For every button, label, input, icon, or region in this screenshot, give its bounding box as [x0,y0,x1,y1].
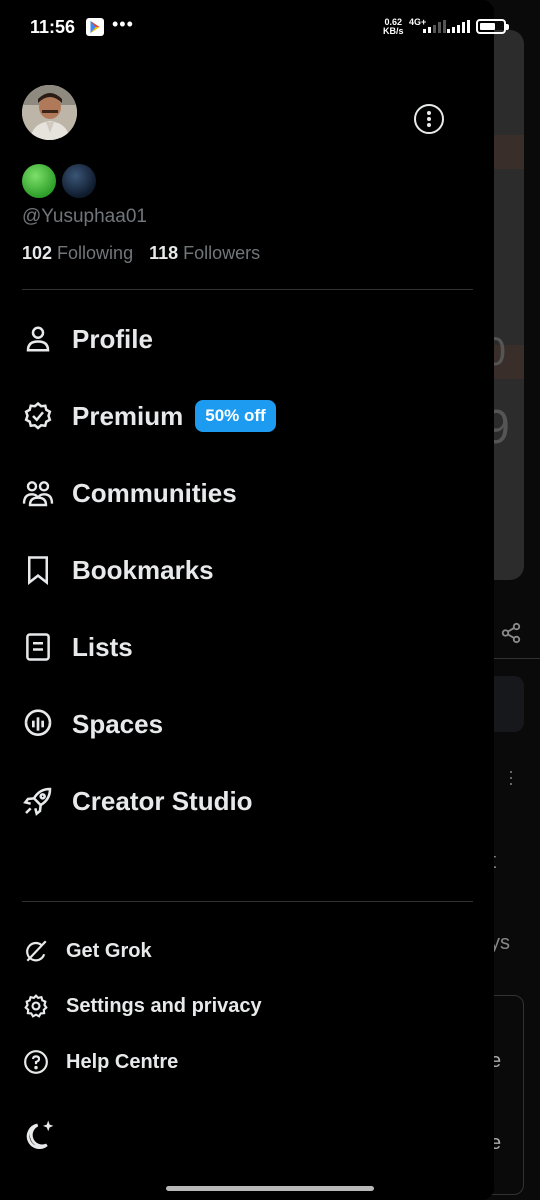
help-icon [22,1048,50,1076]
menu-label: Profile [72,323,153,354]
grok-icon [22,937,50,965]
status-bar: 11:56 ••• 0.62 KB/s 4G+ [0,0,540,56]
menu-label: Premium [72,400,184,431]
signal-icon [447,20,470,33]
divider [22,901,473,902]
followers-label[interactable]: Followers [183,243,260,264]
more-notifications-icon: ••• [112,14,134,34]
menu-item-creator-studio[interactable]: Creator Studio [22,779,253,823]
globe-icon [62,164,96,198]
menu-item-bookmarks[interactable]: Bookmarks [22,548,214,592]
menu-label: Communities [72,477,237,508]
following-label[interactable]: Following [57,243,133,264]
menu-label: Lists [72,631,133,662]
signal-icon [423,20,446,33]
menu-item-lists[interactable]: Lists [22,625,133,669]
navigation-drawer: @Yusuphaa01 102 Following 118 Followers … [0,0,494,1200]
communities-icon [22,477,54,509]
menu-item-spaces[interactable]: Spaces [22,702,163,746]
rocket-icon [22,785,54,817]
avatar[interactable] [22,85,77,140]
play-store-icon [86,18,104,36]
more-options-icon[interactable] [414,104,444,134]
user-handle: @Yusuphaa01 [22,206,147,227]
bookmark-icon [22,554,54,586]
clock: 11:56 [30,17,76,37]
following-count[interactable]: 102 [22,243,52,264]
menu-label: Creator Studio [72,785,253,816]
share-icon [501,622,521,644]
menu-label: Spaces [72,708,164,739]
network-speed: 0.62 KB/s [383,17,404,36]
battery-icon [476,19,509,34]
display-mode-moon-icon[interactable] [22,1118,56,1152]
menu-item-get-grok[interactable]: Get Grok [22,934,152,968]
discount-badge: 50% off [195,400,276,432]
list-icon [22,631,54,663]
menu-label: Bookmarks [72,554,214,585]
more-vertical-icon: · · · [508,761,514,793]
follow-stats: 102 Following 118 Followers [22,243,260,264]
menu-item-settings[interactable]: Settings and privacy [22,989,262,1023]
gear-icon [22,992,50,1020]
divider [22,289,473,290]
menu-item-profile[interactable]: Profile [22,317,153,361]
menu-label: Get Grok [66,939,152,962]
menu-item-communities[interactable]: Communities [22,471,237,515]
display-name-emoji [22,164,96,198]
spaces-icon [22,708,54,740]
person-icon [22,323,54,355]
menu-label: Settings and privacy [66,994,262,1017]
green-circle-icon [22,164,56,198]
menu-item-premium[interactable]: Premium 50% off [22,394,276,438]
followers-count[interactable]: 118 [149,243,178,264]
verified-badge-icon [22,400,54,432]
home-indicator[interactable] [166,1186,374,1191]
menu-item-help-centre[interactable]: Help Centre [22,1045,178,1079]
menu-label: Help Centre [66,1050,179,1073]
